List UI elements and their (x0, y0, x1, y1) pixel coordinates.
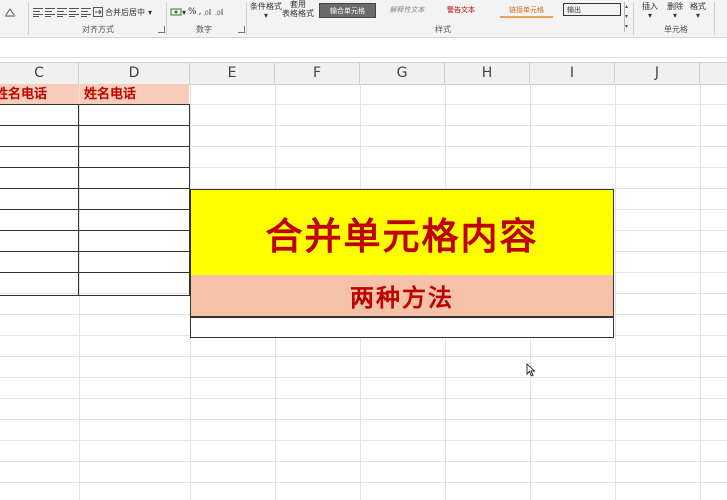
align-left-button[interactable] (33, 5, 43, 19)
cell-style-linked[interactable]: 链接单元格 (500, 3, 553, 18)
group-label-styles: 样式 (435, 25, 451, 34)
chevron-down-icon: ▾ (672, 11, 677, 20)
merged-title-cell[interactable]: 合并单元格内容 (190, 189, 614, 276)
chevron-down-icon: ▾ (263, 11, 268, 20)
gridline (0, 461, 727, 462)
align-right-icon (57, 7, 67, 17)
ribbon-separator (166, 2, 167, 35)
ribbon: 合并后居中 ▾ 对齐方式 ▾ % , .0 .0 数字 条件格式 ▾ 套用 表格… (0, 0, 727, 38)
format-label: 格式 (690, 2, 706, 11)
delete-button[interactable]: 删除 ▾ (667, 2, 683, 20)
align-center-button[interactable] (45, 5, 55, 19)
gridline (0, 377, 727, 378)
table-border (0, 146, 190, 147)
table-border (0, 295, 190, 296)
table-border (0, 104, 190, 105)
table-border (0, 188, 190, 189)
decrease-indent-button[interactable] (69, 5, 79, 19)
gridline (0, 482, 727, 483)
cell-style-check-cell[interactable]: 输合单元格 (319, 3, 376, 18)
percent-button[interactable]: % (188, 5, 197, 19)
formula-bar[interactable] (0, 38, 727, 58)
column-header-i[interactable]: I (530, 63, 615, 84)
group-label-alignment: 对齐方式 (82, 25, 114, 34)
gridline (0, 398, 727, 399)
ribbon-separator (633, 2, 634, 35)
decrease-decimal-icon: .0 (215, 9, 223, 17)
format-button[interactable]: 格式 ▾ (690, 2, 706, 20)
table-border (0, 167, 190, 168)
align-center-icon (45, 7, 55, 17)
alignment-buttons: 合并后居中 ▾ (33, 4, 154, 20)
chevron-down-icon: ▾ (182, 7, 187, 17)
insert-button[interactable]: 插入 ▾ (642, 2, 658, 20)
merged-empty-cell[interactable] (190, 317, 614, 338)
table-header-d[interactable]: 姓名电话 (80, 84, 189, 104)
table-format-label-2: 表格格式 (282, 9, 314, 18)
number-buttons: ▾ % , .0 .0 (170, 4, 227, 20)
worksheet-grid[interactable]: 姓名电话 姓名电话 合并单元格内容 两种方法 (0, 84, 727, 500)
gridline (0, 356, 727, 357)
indent-decrease-icon (69, 7, 79, 17)
ribbon-separator (246, 2, 247, 35)
table-border (0, 230, 190, 231)
text-direction-button[interactable] (4, 5, 16, 19)
delete-label: 删除 (667, 2, 683, 11)
chevron-down-icon: ▾ (148, 7, 153, 17)
align-right-button[interactable] (57, 5, 67, 19)
mouse-pointer-icon (526, 363, 536, 377)
table-header-c[interactable]: 姓名电话 (0, 84, 79, 104)
svg-text:.0: .0 (203, 10, 209, 17)
gridline (0, 440, 727, 441)
column-header-d[interactable]: D (79, 63, 190, 84)
table-border (0, 125, 190, 126)
styles-scroll-icon[interactable]: ▴ ▾ ▾ (624, 2, 630, 32)
chevron-down-icon: ▾ (647, 11, 652, 20)
column-header-e[interactable]: E (190, 63, 275, 84)
text-direction-icon (5, 8, 15, 17)
alignment-launcher-icon[interactable] (158, 26, 165, 33)
merge-icon (93, 7, 103, 17)
cell-style-warning[interactable]: 警告文本 (440, 3, 482, 16)
increase-decimal-icon: .0 (203, 9, 211, 17)
increase-decimal-button[interactable]: .0 (203, 5, 213, 19)
table-border (78, 104, 79, 296)
cell-style-output[interactable]: 输出 (563, 3, 621, 16)
indent-increase-icon (81, 7, 91, 17)
table-border (0, 209, 190, 210)
conditional-format-button[interactable]: 条件格式 ▾ (250, 2, 282, 20)
group-label-number: 数字 (196, 25, 212, 34)
increase-indent-button[interactable] (81, 5, 91, 19)
merge-center-label: 合并后居中 (105, 7, 145, 17)
column-header-g[interactable]: G (360, 63, 445, 84)
cell-style-explanatory[interactable]: 解释性文本 (381, 3, 433, 16)
chevron-down-icon: ▾ (695, 11, 700, 20)
table-border (0, 272, 190, 273)
column-header-j[interactable]: J (615, 63, 700, 84)
insert-label: 插入 (642, 2, 658, 11)
table-format-label: 套用 (290, 0, 306, 9)
comma-style-button[interactable]: , (199, 5, 202, 19)
number-launcher-icon[interactable] (238, 26, 245, 33)
column-header-h[interactable]: H (445, 63, 530, 84)
column-headers: C D E F G H I J (0, 62, 727, 85)
merged-subtitle-cell[interactable]: 两种方法 (190, 275, 614, 317)
table-border (0, 251, 190, 252)
decrease-decimal-button[interactable]: .0 (215, 5, 225, 19)
gridline (0, 419, 727, 420)
svg-text:.0: .0 (215, 10, 221, 17)
ribbon-separator (714, 2, 715, 35)
column-header-c[interactable]: C (0, 63, 79, 84)
group-label-cells: 单元格 (664, 25, 688, 34)
table-format-button[interactable]: 套用 表格格式 (282, 0, 314, 18)
align-left-icon (33, 7, 43, 17)
font-group-tail (4, 4, 18, 20)
conditional-format-label: 条件格式 (250, 2, 282, 11)
merge-center-button[interactable]: 合并后居中 ▾ (93, 5, 152, 19)
ribbon-separator (28, 2, 29, 35)
column-header-f[interactable]: F (275, 63, 360, 84)
currency-button[interactable]: ▾ (170, 5, 186, 19)
currency-icon (170, 8, 182, 16)
